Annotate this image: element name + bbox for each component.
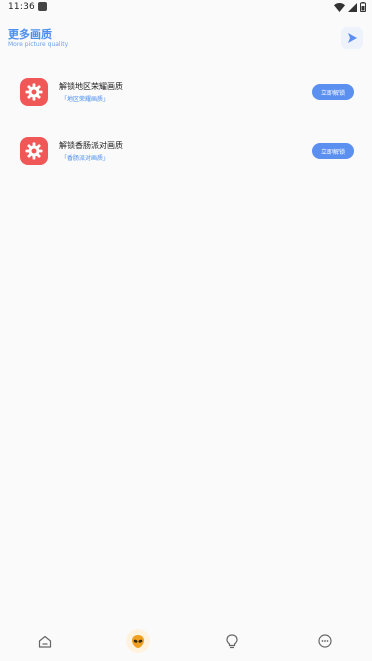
play-icon — [348, 33, 357, 43]
nav-ideas[interactable] — [212, 622, 252, 660]
lightbulb-icon — [226, 633, 238, 648]
list-item: 解锁地区荣耀画质 「地区荣耀画质」 立即解锁 — [0, 78, 372, 122]
app-icon — [20, 137, 48, 165]
home-icon — [38, 635, 52, 648]
battery-icon — [360, 2, 366, 12]
app-icon — [20, 78, 48, 106]
status-bar: 11:36 — [0, 0, 372, 16]
status-icons — [334, 2, 366, 12]
nav-home[interactable] — [25, 622, 65, 660]
notification-icon — [38, 2, 47, 11]
play-button[interactable] — [341, 27, 363, 49]
page-subtitle: More picture quality — [8, 41, 69, 48]
item-subtitle: 「地区荣耀画质」 — [61, 96, 110, 103]
unlock-button[interactable]: 立即解锁 — [312, 143, 354, 159]
page-title: 更多画质 — [8, 28, 52, 41]
bottom-nav — [0, 622, 372, 661]
nav-active-indicator — [126, 629, 150, 653]
wifi-icon — [334, 2, 345, 12]
list-item: 解锁香肠派对画质 「香肠派对画质」 立即解锁 — [0, 137, 372, 181]
more-icon — [318, 634, 332, 648]
item-title: 解锁地区荣耀画质 — [59, 82, 123, 91]
gear-icon — [25, 83, 43, 101]
unlock-button[interactable]: 立即解锁 — [312, 84, 354, 100]
nav-alien[interactable] — [118, 622, 158, 660]
status-time: 11:36 — [8, 2, 35, 12]
nav-more[interactable] — [305, 622, 345, 660]
gear-icon — [25, 142, 43, 160]
signal-icon — [348, 2, 357, 12]
item-title: 解锁香肠派对画质 — [59, 141, 123, 150]
item-subtitle: 「香肠派对画质」 — [61, 155, 110, 162]
alien-icon — [132, 634, 144, 648]
